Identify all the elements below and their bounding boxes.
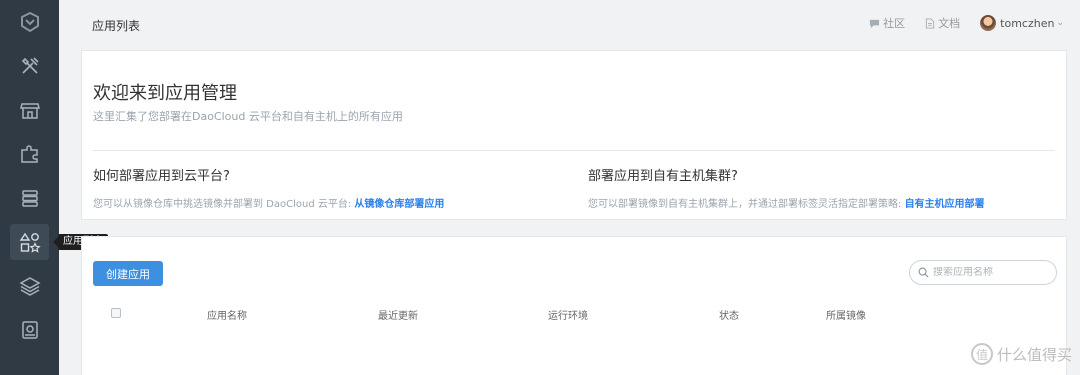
user-name: tomczhen <box>1000 16 1055 30</box>
chat-icon <box>870 19 880 28</box>
table-header: 应用名称 最近更新 运行环境 状态 所属镜像 <box>82 306 1066 322</box>
logo-icon[interactable] <box>10 4 49 40</box>
cloud-deploy-section: 如何部署应用到云平台? 您可以从镜像仓库中挑选镜像并部署到 DaoCloud 云… <box>93 165 444 210</box>
chevron-down-icon: ⌄ <box>1056 18 1064 28</box>
select-all-checkbox[interactable] <box>111 308 121 318</box>
tools-icon[interactable] <box>10 48 49 84</box>
host-app-deploy-link[interactable]: 自有主机应用部署 <box>905 199 985 210</box>
store-icon[interactable] <box>10 92 49 128</box>
layers-icon[interactable] <box>10 268 49 304</box>
create-app-button[interactable]: 创建应用 <box>93 261 163 286</box>
watermark: 值 什么值得买 <box>970 343 1072 365</box>
search-icon <box>918 267 929 278</box>
cloud-deploy-heading: 如何部署应用到云平台? <box>93 169 230 184</box>
sidebar <box>0 0 59 375</box>
host-deploy-section: 部署应用到自有主机集群? 您可以部署镜像到自有主机集群上，并通过部署标签灵活指定… <box>588 165 985 210</box>
top-header: 应用列表 社区 文档 tomczhen ⌄ <box>59 0 1080 50</box>
search-input[interactable] <box>933 267 1043 278</box>
disk-icon[interactable] <box>10 312 49 348</box>
welcome-card: 欢迎来到应用管理 这里汇集了您部署在DaoCloud 云平台和自有主机上的所有应… <box>81 50 1067 220</box>
avatar <box>980 15 997 31</box>
docs-link[interactable]: 文档 <box>925 15 960 31</box>
server-icon[interactable] <box>10 180 49 216</box>
cloud-deploy-desc: 您可以从镜像仓库中挑选镜像并部署到 DaoCloud 云平台: <box>93 199 355 210</box>
community-link[interactable]: 社区 <box>869 15 905 31</box>
search-box[interactable] <box>909 260 1057 285</box>
column-app-name[interactable]: 应用名称 <box>207 307 247 322</box>
puzzle-icon[interactable] <box>10 136 49 172</box>
column-status[interactable]: 状态 <box>719 307 739 322</box>
host-deploy-heading: 部署应用到自有主机集群? <box>588 169 738 184</box>
document-icon <box>926 17 935 29</box>
apps-icon[interactable] <box>10 224 49 260</box>
header-links: 社区 文档 tomczhen ⌄ <box>849 15 1064 31</box>
host-deploy-desc: 您可以部署镜像到自有主机集群上，并通过部署标签灵活指定部署策略: <box>588 199 905 210</box>
host-deploy-text: 您可以部署镜像到自有主机集群上，并通过部署标签灵活指定部署策略: 自有主机应用部… <box>588 195 985 210</box>
watermark-text: 什么值得买 <box>996 345 1072 364</box>
welcome-title: 欢迎来到应用管理 <box>93 83 237 104</box>
divider <box>93 150 1055 151</box>
watermark-logo-icon: 值 <box>970 343 993 365</box>
docs-label: 文档 <box>938 17 961 30</box>
cloud-deploy-text: 您可以从镜像仓库中挑选镜像并部署到 DaoCloud 云平台: 从镜像仓库部署应… <box>93 195 444 210</box>
deploy-from-registry-link[interactable]: 从镜像仓库部署应用 <box>354 199 444 210</box>
welcome-subtitle: 这里汇集了您部署在DaoCloud 云平台和自有主机上的所有应用 <box>93 110 403 123</box>
column-last-updated[interactable]: 最近更新 <box>378 307 418 322</box>
column-runtime[interactable]: 运行环境 <box>548 307 588 322</box>
apps-panel: 创建应用 应用名称 最近更新 运行环境 状态 所属镜像 <box>81 236 1067 375</box>
page-title: 应用列表 <box>92 19 141 33</box>
user-menu[interactable]: tomczhen ⌄ <box>980 15 1064 31</box>
column-image[interactable]: 所属镜像 <box>826 307 866 322</box>
community-label: 社区 <box>883 17 906 30</box>
